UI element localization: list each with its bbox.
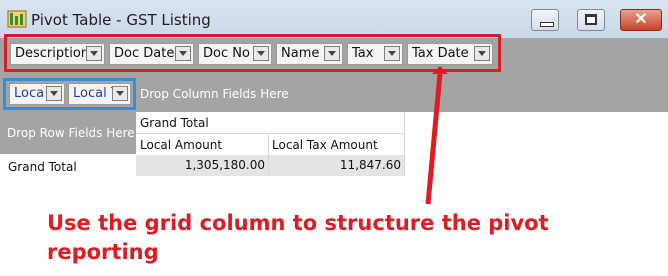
arrow-head-icon	[432, 66, 448, 74]
pivot-window: Pivot Table - GST Listing ✕ Description …	[0, 0, 668, 276]
arrow-shaft	[425, 73, 443, 205]
annotation-text: Use the grid column to structure the piv…	[47, 211, 549, 264]
